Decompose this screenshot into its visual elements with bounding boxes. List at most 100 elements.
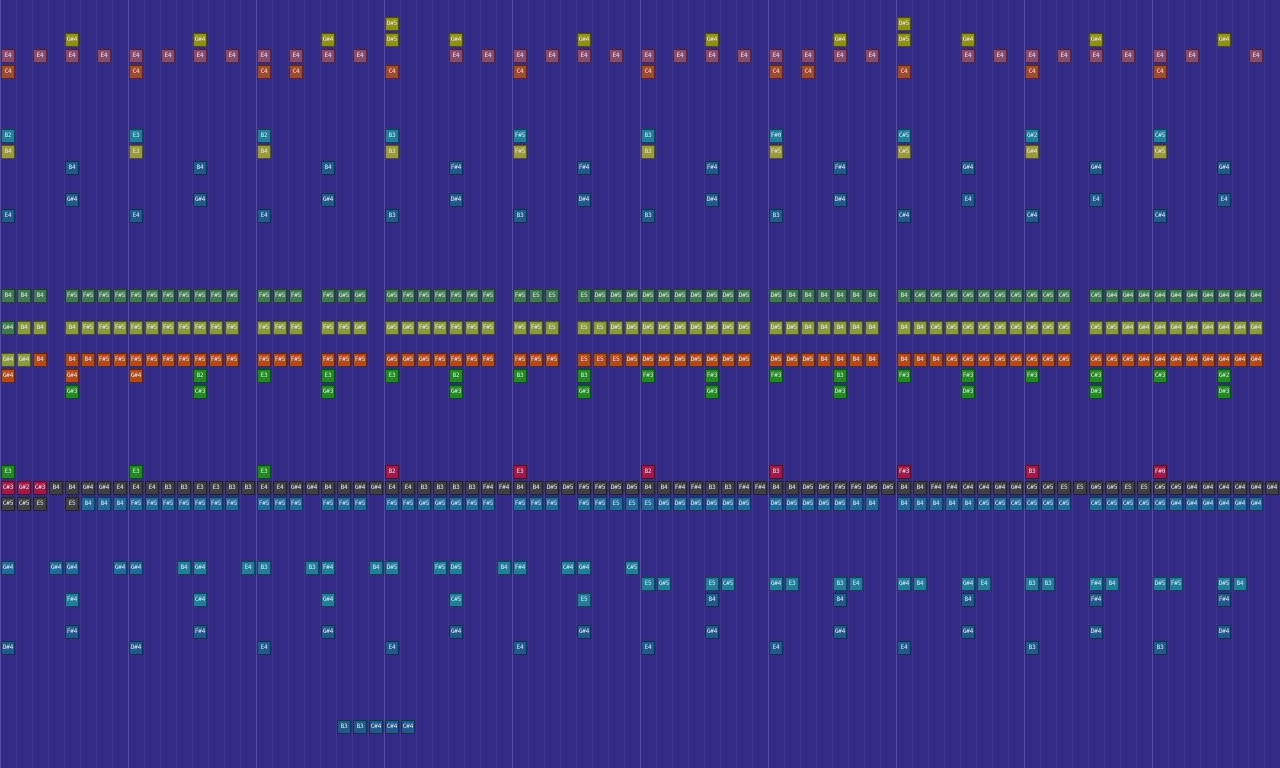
note-block[interactable]: E3 bbox=[321, 369, 335, 383]
note-block[interactable]: B3 bbox=[1025, 577, 1039, 591]
note-block[interactable]: G#4 bbox=[1009, 481, 1023, 495]
note-block[interactable]: E4 bbox=[33, 49, 47, 63]
note-block[interactable]: D#5 bbox=[625, 289, 639, 303]
note-block[interactable]: B3 bbox=[449, 481, 463, 495]
note-block[interactable]: G#4 bbox=[577, 625, 591, 639]
note-block[interactable]: G#4 bbox=[1, 561, 15, 575]
note-block[interactable]: F#5 bbox=[529, 497, 543, 511]
note-block[interactable]: E5 bbox=[545, 321, 559, 335]
note-block[interactable]: B3 bbox=[641, 129, 655, 143]
note-block[interactable]: F#5 bbox=[273, 353, 287, 367]
note-block[interactable]: F#5 bbox=[593, 481, 607, 495]
note-block[interactable]: G#4 bbox=[1169, 497, 1183, 511]
note-block[interactable]: F#5 bbox=[113, 289, 127, 303]
note-block[interactable]: G#4 bbox=[1185, 497, 1199, 511]
note-block[interactable]: E4 bbox=[161, 49, 175, 63]
note-block[interactable]: E4 bbox=[513, 49, 527, 63]
note-block[interactable]: G#5 bbox=[353, 321, 367, 335]
note-block[interactable]: F#5 bbox=[401, 497, 415, 511]
note-block[interactable]: F#5 bbox=[577, 497, 591, 511]
note-block[interactable]: D#5 bbox=[593, 289, 607, 303]
note-block[interactable]: B4 bbox=[833, 289, 847, 303]
note-block[interactable]: E3 bbox=[257, 465, 271, 479]
note-block[interactable]: G#4 bbox=[289, 481, 303, 495]
note-block[interactable]: F#4 bbox=[193, 625, 207, 639]
note-block[interactable]: B4 bbox=[961, 593, 975, 607]
note-block[interactable]: D#5 bbox=[897, 17, 911, 31]
note-block[interactable]: D#4 bbox=[1089, 625, 1103, 639]
note-block[interactable]: D#5 bbox=[769, 321, 783, 335]
note-block[interactable]: B3 bbox=[513, 209, 527, 223]
note-block[interactable]: G#4 bbox=[1217, 497, 1231, 511]
note-block[interactable]: E5 bbox=[1073, 481, 1087, 495]
note-block[interactable]: G#4 bbox=[113, 561, 127, 575]
note-block[interactable]: C#5 bbox=[945, 321, 959, 335]
note-block[interactable]: E4 bbox=[193, 49, 207, 63]
note-block[interactable]: B4 bbox=[705, 593, 719, 607]
note-block[interactable]: F#5 bbox=[513, 353, 527, 367]
note-block[interactable]: F#5 bbox=[337, 353, 351, 367]
note-block[interactable]: F#5 bbox=[113, 353, 127, 367]
note-block[interactable]: B3 bbox=[465, 481, 479, 495]
note-block[interactable]: G#4 bbox=[193, 193, 207, 207]
note-block[interactable]: F#5 bbox=[129, 353, 143, 367]
note-block[interactable]: D#5 bbox=[1153, 577, 1167, 591]
note-block[interactable]: B4 bbox=[833, 321, 847, 335]
note-block[interactable]: F#5 bbox=[433, 353, 447, 367]
note-block[interactable]: F#4 bbox=[1217, 593, 1231, 607]
note-block[interactable]: C#5 bbox=[1041, 481, 1055, 495]
note-block[interactable]: F#4 bbox=[945, 481, 959, 495]
note-block[interactable]: B3 bbox=[353, 720, 367, 734]
note-block[interactable]: C#4 bbox=[193, 593, 207, 607]
note-block[interactable]: C#5 bbox=[449, 593, 463, 607]
note-block[interactable]: G#2 bbox=[1217, 369, 1231, 383]
note-block[interactable]: F#4 bbox=[481, 481, 495, 495]
note-block[interactable]: C#4 bbox=[1217, 481, 1231, 495]
note-block[interactable]: C#5 bbox=[1009, 353, 1023, 367]
note-block[interactable]: G#5 bbox=[385, 321, 399, 335]
note-block[interactable]: F#5 bbox=[225, 289, 239, 303]
note-block[interactable]: F#5 bbox=[849, 481, 863, 495]
note-block[interactable]: B4 bbox=[193, 161, 207, 175]
note-block[interactable]: F#3 bbox=[1025, 369, 1039, 383]
note-block[interactable]: C#5 bbox=[1121, 497, 1135, 511]
note-block[interactable]: B3 bbox=[833, 577, 847, 591]
note-block[interactable]: E5 bbox=[65, 497, 79, 511]
note-block[interactable]: E4 bbox=[385, 641, 399, 655]
note-block[interactable]: E4 bbox=[961, 193, 975, 207]
note-block[interactable]: E4 bbox=[257, 641, 271, 655]
note-block[interactable]: C#5 bbox=[1057, 497, 1071, 511]
note-block[interactable]: F#5 bbox=[481, 497, 495, 511]
note-block[interactable]: C4 bbox=[129, 65, 143, 79]
note-block[interactable]: F#5 bbox=[833, 481, 847, 495]
note-block[interactable]: G#4 bbox=[65, 33, 79, 47]
note-block[interactable]: B4 bbox=[369, 561, 383, 575]
note-block[interactable]: F#5 bbox=[513, 145, 527, 159]
note-block[interactable]: G#4 bbox=[577, 561, 591, 575]
note-block[interactable]: B4 bbox=[913, 321, 927, 335]
note-block[interactable]: B3 bbox=[385, 129, 399, 143]
note-block[interactable]: B4 bbox=[65, 321, 79, 335]
note-block[interactable]: F#4 bbox=[1089, 577, 1103, 591]
note-block[interactable]: G#4 bbox=[1249, 481, 1263, 495]
note-block[interactable]: C#4 bbox=[1153, 209, 1167, 223]
note-block[interactable]: B4 bbox=[785, 289, 799, 303]
note-block[interactable]: F#5 bbox=[97, 353, 111, 367]
note-block[interactable]: G#4 bbox=[1249, 497, 1263, 511]
note-block[interactable]: D#5 bbox=[785, 321, 799, 335]
note-block[interactable]: F#5 bbox=[257, 289, 271, 303]
note-block[interactable]: F#4 bbox=[705, 161, 719, 175]
note-block[interactable]: G#5 bbox=[433, 497, 447, 511]
note-block[interactable]: F#5 bbox=[193, 321, 207, 335]
note-block[interactable]: B3 bbox=[385, 209, 399, 223]
note-block[interactable]: F#5 bbox=[161, 321, 175, 335]
note-block[interactable]: D#5 bbox=[705, 289, 719, 303]
note-block[interactable]: E3 bbox=[209, 481, 223, 495]
note-block[interactable]: B3 bbox=[769, 465, 783, 479]
note-block[interactable]: E3 bbox=[785, 577, 799, 591]
note-block[interactable]: G#4 bbox=[769, 577, 783, 591]
note-block[interactable]: B4 bbox=[97, 497, 111, 511]
note-block[interactable]: F#4 bbox=[65, 625, 79, 639]
note-block[interactable]: G#4 bbox=[1153, 321, 1167, 335]
note-block[interactable]: D#5 bbox=[657, 353, 671, 367]
